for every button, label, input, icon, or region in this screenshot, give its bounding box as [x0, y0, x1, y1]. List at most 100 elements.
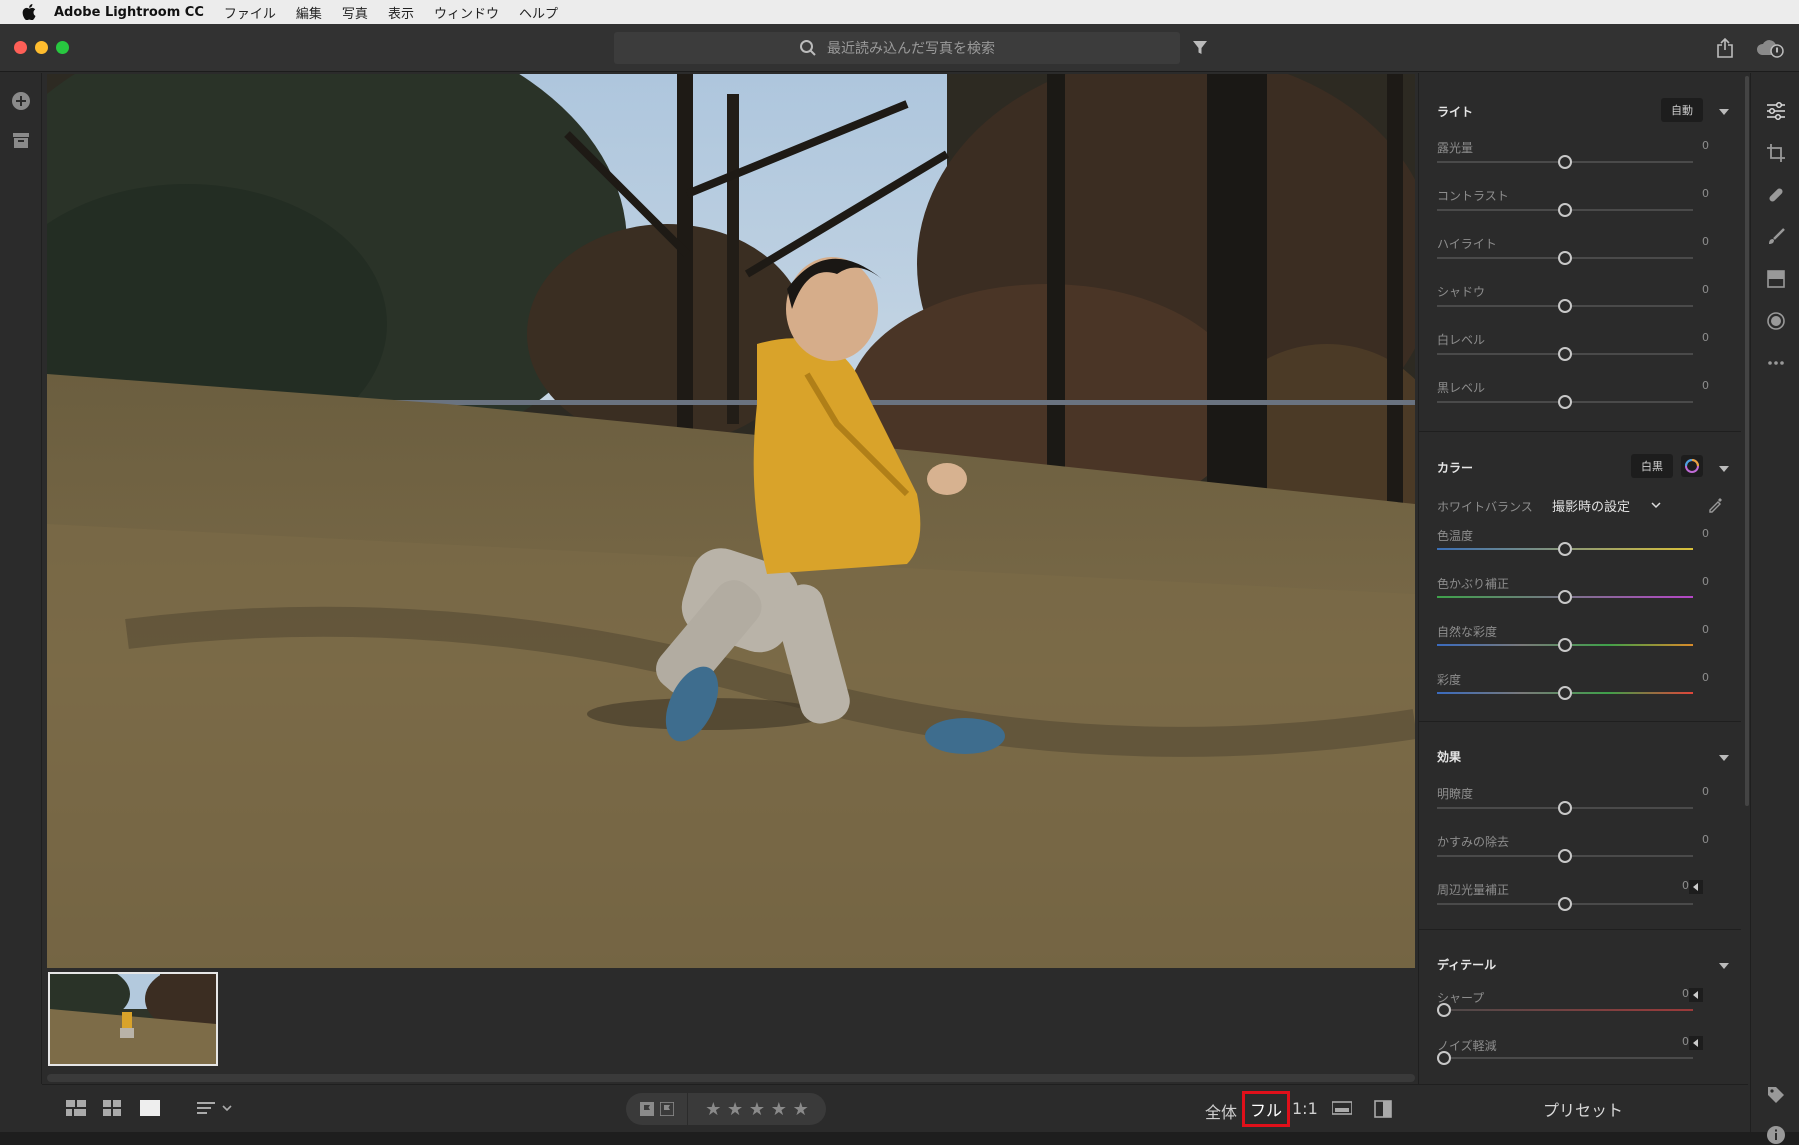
dehaze-value[interactable]: 0: [1679, 833, 1709, 846]
effects-section-title[interactable]: 効果: [1437, 748, 1461, 765]
reject-flag-icon[interactable]: [659, 1102, 674, 1116]
vignette-expand-button[interactable]: [1689, 880, 1703, 894]
contrast-slider-knob[interactable]: [1558, 203, 1572, 217]
share-icon[interactable]: [1716, 38, 1734, 58]
vignette-label: 周辺光量補正: [1437, 883, 1510, 897]
pick-flag-icon[interactable]: [639, 1102, 654, 1116]
app-name-menu[interactable]: Adobe Lightroom CC: [54, 5, 204, 20]
noise-reduction-slider[interactable]: [1437, 1057, 1693, 1059]
minimize-window-button[interactable]: [35, 41, 48, 54]
keyword-tag-icon[interactable]: [1766, 1085, 1786, 1105]
menu-view[interactable]: 表示: [388, 3, 414, 22]
crop-icon[interactable]: [1766, 143, 1786, 163]
dehaze-slider-knob[interactable]: [1558, 849, 1572, 863]
zoom-fit-button[interactable]: 全体: [1205, 1099, 1237, 1123]
color-mixer-icon[interactable]: [1681, 455, 1703, 477]
filter-icon[interactable]: [1192, 40, 1208, 56]
detail-view-icon[interactable]: [140, 1100, 160, 1116]
blacks-slider-knob[interactable]: [1558, 395, 1572, 409]
filmstrip-toggle-icon[interactable]: [1332, 1100, 1352, 1116]
tint-value[interactable]: 0: [1679, 575, 1709, 588]
black-white-button[interactable]: 白黒: [1631, 454, 1673, 478]
zoom-window-button[interactable]: [56, 41, 69, 54]
cloud-sync-icon[interactable]: [1755, 38, 1785, 58]
add-photos-icon[interactable]: [11, 91, 31, 111]
temperature-value[interactable]: 0: [1679, 527, 1709, 540]
auto-button-label: 自動: [1671, 104, 1693, 117]
library-archive-icon[interactable]: [12, 131, 30, 149]
highlights-value[interactable]: 0: [1679, 235, 1709, 248]
vignette-value[interactable]: 0: [1659, 879, 1689, 892]
vignette-slider-knob[interactable]: [1558, 897, 1572, 911]
clarity-slider-knob[interactable]: [1558, 801, 1572, 815]
sharpening-slider-knob[interactable]: [1437, 1003, 1451, 1017]
exposure-slider-knob[interactable]: [1558, 155, 1572, 169]
presets-button[interactable]: プリセット: [1418, 1084, 1748, 1132]
zoom-fill-label: フル: [1249, 1101, 1282, 1120]
sharpening-value[interactable]: 0: [1659, 987, 1689, 1000]
zoom-fill-button[interactable]: フル: [1242, 1091, 1290, 1127]
light-collapse-chevron-icon[interactable]: [1719, 109, 1729, 115]
vibrance-value[interactable]: 0: [1679, 623, 1709, 636]
white-balance-dropdown[interactable]: 撮影時の設定: [1552, 496, 1630, 515]
filmstrip-scrollbar[interactable]: [47, 1074, 1415, 1082]
zoom-one-to-one-button[interactable]: 1:1: [1292, 1099, 1318, 1118]
linear-gradient-icon[interactable]: [1766, 269, 1786, 289]
vibrance-slider-knob[interactable]: [1558, 638, 1572, 652]
search-field[interactable]: 最近読み込んだ写真を検索: [614, 32, 1180, 64]
saturation-value[interactable]: 0: [1679, 671, 1709, 684]
exposure-value[interactable]: 0: [1679, 139, 1709, 152]
more-options-icon[interactable]: [1766, 353, 1786, 373]
contrast-label: コントラスト: [1437, 189, 1509, 203]
noise-reduction-slider-knob[interactable]: [1437, 1051, 1451, 1065]
detail-collapse-chevron-icon[interactable]: [1719, 963, 1729, 969]
highlights-slider-knob[interactable]: [1558, 251, 1572, 265]
menu-edit[interactable]: 編集: [296, 3, 322, 22]
menu-window[interactable]: ウィンドウ: [434, 3, 499, 22]
section-divider: [1419, 431, 1741, 432]
sort-icon[interactable]: [197, 1100, 233, 1116]
close-window-button[interactable]: [14, 41, 27, 54]
sharpening-slider[interactable]: [1437, 1009, 1693, 1011]
tint-label: 色かぶり補正: [1437, 577, 1510, 591]
compare-view-icon[interactable]: [1374, 1100, 1392, 1118]
brush-icon[interactable]: [1766, 227, 1786, 247]
app-window: 最近読み込んだ写真を検索 ★ ★ ★ ★ ★ 全体 フル 1:1 ライト 自動 …: [0, 24, 1799, 1144]
effects-collapse-chevron-icon[interactable]: [1719, 755, 1729, 761]
menu-photo[interactable]: 写真: [342, 3, 368, 22]
temperature-slider-knob[interactable]: [1558, 542, 1572, 556]
radial-gradient-icon[interactable]: [1766, 311, 1786, 331]
eyedropper-icon[interactable]: [1707, 495, 1725, 513]
healing-brush-icon[interactable]: [1766, 185, 1786, 205]
blacks-value[interactable]: 0: [1679, 379, 1709, 392]
saturation-slider-knob[interactable]: [1558, 686, 1572, 700]
whites-slider-knob[interactable]: [1558, 347, 1572, 361]
square-grid-view-icon[interactable]: [66, 1100, 86, 1116]
menu-help[interactable]: ヘルプ: [519, 3, 558, 22]
dehaze-label: かすみの除去: [1437, 835, 1510, 849]
highlights-label: ハイライト: [1437, 237, 1497, 251]
color-section-title[interactable]: カラー: [1437, 459, 1473, 476]
info-icon[interactable]: [1766, 1125, 1786, 1145]
photo-canvas[interactable]: [47, 74, 1415, 968]
photo-grid-view-icon[interactable]: [103, 1100, 121, 1116]
detail-section-title[interactable]: ディテール: [1437, 956, 1496, 973]
noise-reduction-value[interactable]: 0: [1659, 1035, 1689, 1048]
sharpening-expand-button[interactable]: [1689, 988, 1703, 1002]
auto-button[interactable]: 自動: [1661, 98, 1703, 122]
apple-logo-icon[interactable]: [22, 4, 36, 20]
star-rating[interactable]: ★ ★ ★ ★ ★: [688, 1099, 826, 1120]
menu-file[interactable]: ファイル: [224, 3, 276, 22]
shadows-slider-knob[interactable]: [1558, 299, 1572, 313]
edit-sliders-icon[interactable]: [1766, 101, 1786, 121]
light-section-title[interactable]: ライト: [1437, 103, 1473, 120]
contrast-value[interactable]: 0: [1679, 187, 1709, 200]
panel-scrollbar[interactable]: [1745, 76, 1749, 806]
color-collapse-chevron-icon[interactable]: [1719, 466, 1729, 472]
filmstrip-thumbnail[interactable]: [48, 972, 218, 1066]
clarity-value[interactable]: 0: [1679, 785, 1709, 798]
shadows-value[interactable]: 0: [1679, 283, 1709, 296]
whites-value[interactable]: 0: [1679, 331, 1709, 344]
tint-slider-knob[interactable]: [1558, 590, 1572, 604]
noise-reduction-expand-button[interactable]: [1689, 1036, 1703, 1050]
